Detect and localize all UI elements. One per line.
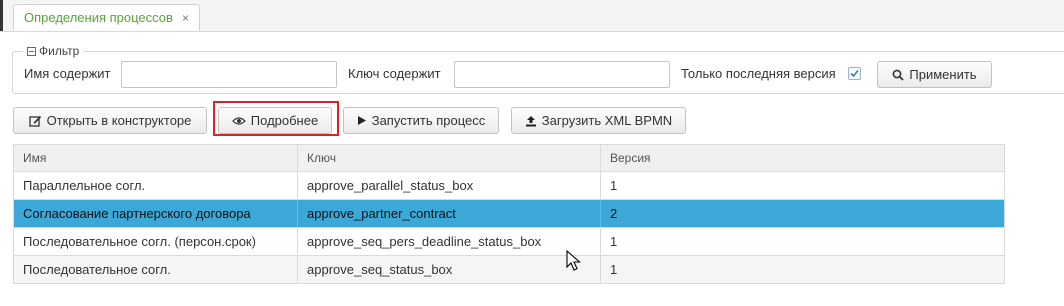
cell-name: Параллельное согл.: [14, 172, 298, 199]
cell-key: approve_partner_contract: [298, 200, 601, 227]
close-icon[interactable]: ×: [182, 11, 189, 25]
key-contains-label: Ключ содержит: [348, 66, 441, 81]
tab-process-definitions[interactable]: Определения процессов ×: [13, 4, 200, 31]
column-header-name[interactable]: Имя: [14, 145, 298, 172]
name-contains-label: Имя содержит: [24, 66, 111, 81]
latest-version-label: Только последняя версия: [681, 66, 836, 81]
cell-version: 1: [610, 234, 618, 249]
upload-icon: [525, 115, 537, 127]
check-icon: [850, 69, 859, 78]
upload-xml-label: Загрузить XML BPMN: [541, 113, 673, 128]
cell-name: Последовательное согл.: [14, 256, 298, 283]
process-definitions-table: Имя Ключ Версия Параллельное согл. appro…: [13, 144, 1005, 284]
content-panel: Фильтр Имя содержит Ключ содержит Только…: [0, 32, 1064, 306]
filter-legend-label: Фильтр: [39, 44, 80, 58]
open-designer-label: Открыть в конструкторе: [46, 113, 192, 128]
minus-square-icon[interactable]: [27, 46, 36, 56]
edit-icon: [28, 115, 42, 127]
table-row[interactable]: Последовательное согл. (персон.срок) app…: [13, 228, 1005, 256]
open-designer-button[interactable]: Открыть в конструкторе: [13, 107, 207, 134]
key-contains-input[interactable]: [454, 61, 670, 88]
column-header-version[interactable]: Версия: [601, 145, 1004, 172]
upload-xml-button[interactable]: Загрузить XML BPMN: [511, 107, 686, 134]
tab-bar: Определения процессов ×: [0, 0, 1064, 32]
cell-version: 2: [610, 206, 618, 221]
name-contains-input[interactable]: [121, 61, 337, 88]
details-button-highlight: [213, 101, 339, 136]
cell-version: 1: [610, 178, 618, 193]
cell-key: approve_parallel_status_box: [298, 172, 601, 199]
cell-name: Последовательное согл. (персон.срок): [14, 228, 298, 255]
filter-legend[interactable]: Фильтр: [23, 44, 83, 58]
search-icon: [892, 69, 905, 81]
table-header: Имя Ключ Версия: [13, 144, 1005, 172]
start-process-label: Запустить процесс: [371, 113, 486, 128]
column-header-key[interactable]: Ключ: [298, 145, 601, 172]
mouse-cursor-icon: [566, 250, 581, 271]
cell-version: 1: [610, 262, 618, 277]
cell-key: approve_seq_pers_deadline_status_box: [298, 228, 601, 255]
table-row-selected[interactable]: Согласование партнерского договора appro…: [13, 200, 1005, 228]
start-process-button[interactable]: Запустить процесс: [343, 107, 499, 134]
play-icon: [357, 115, 367, 126]
tab-label: Определения процессов: [24, 10, 173, 25]
table-row[interactable]: Параллельное согл. approve_parallel_stat…: [13, 172, 1005, 200]
apply-button-label: Применить: [909, 67, 977, 82]
apply-button[interactable]: Применить: [877, 61, 992, 88]
table-row[interactable]: Последовательное согл. approve_seq_statu…: [13, 256, 1005, 284]
latest-version-checkbox[interactable]: [848, 67, 861, 80]
cell-name: Согласование партнерского договора: [14, 200, 298, 227]
cell-key: approve_seq_status_box: [298, 256, 601, 283]
